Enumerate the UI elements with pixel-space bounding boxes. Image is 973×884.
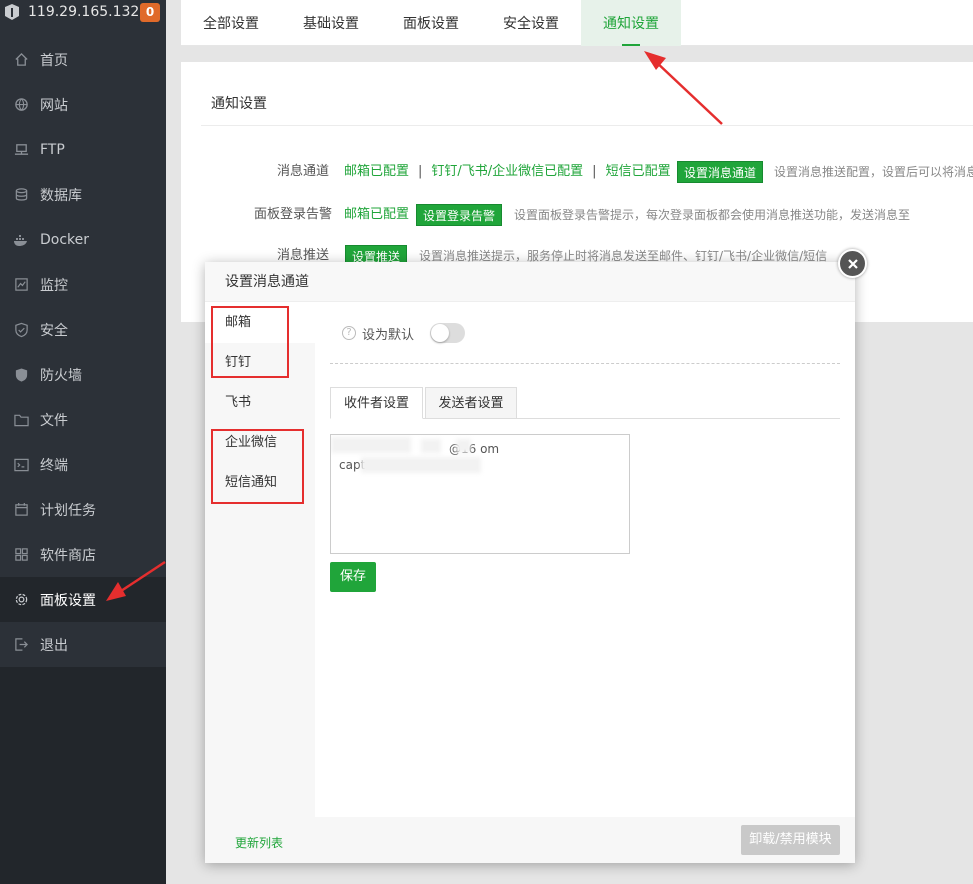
arrow-head bbox=[106, 582, 126, 601]
annotation-arrows bbox=[106, 51, 723, 601]
arrow-line bbox=[117, 560, 166, 595]
arrow-line bbox=[653, 59, 723, 125]
